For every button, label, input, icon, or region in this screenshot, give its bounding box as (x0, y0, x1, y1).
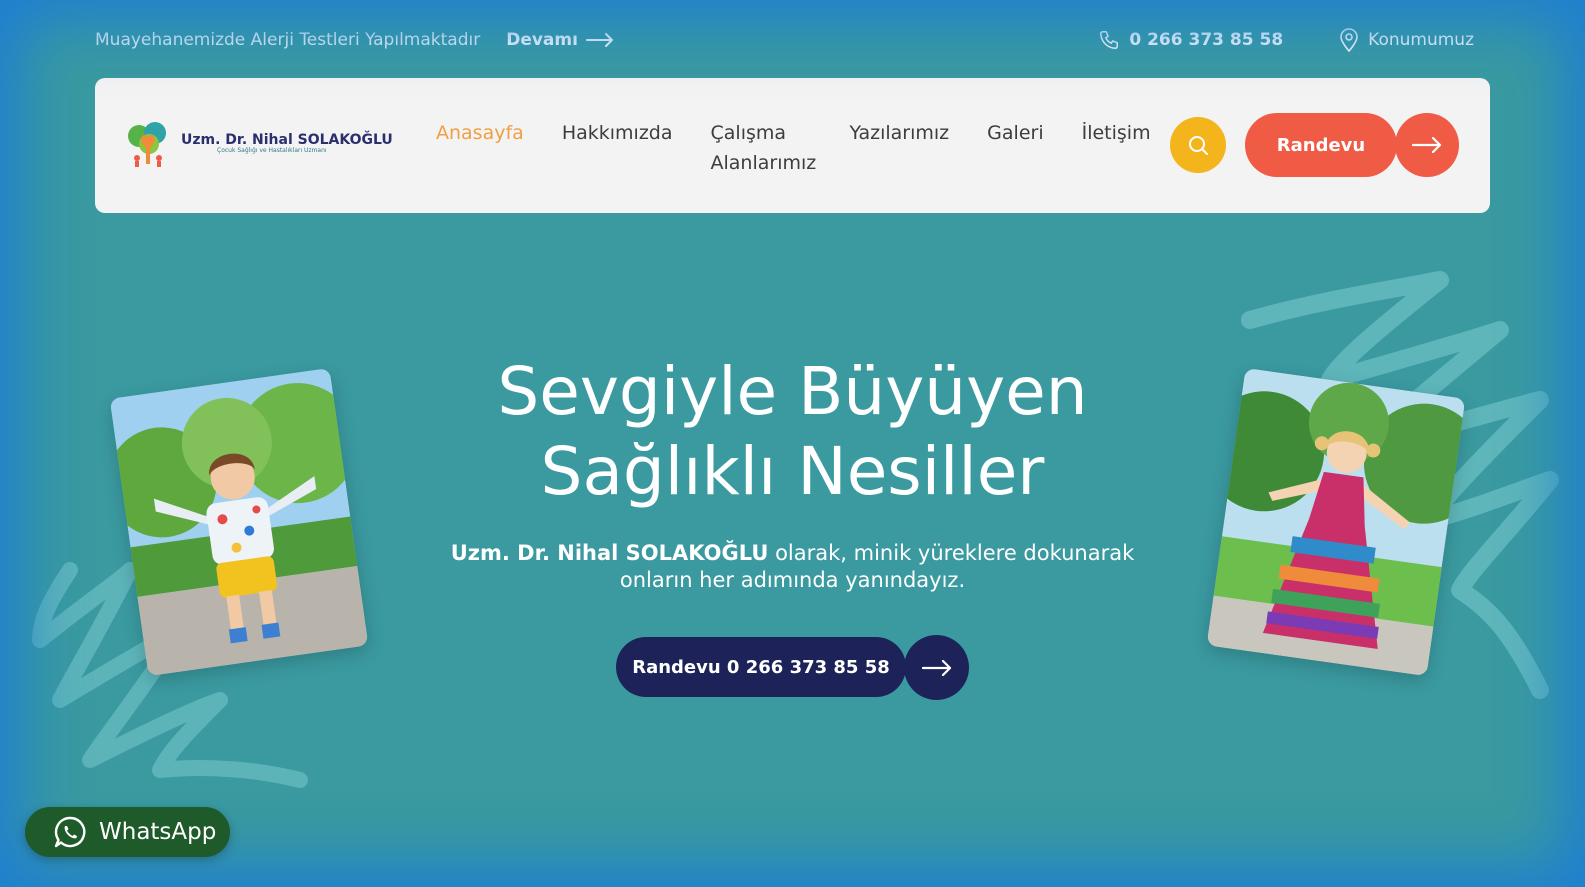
top-bar: Muayehanemizde Alerji Testleri Yapılmakt… (95, 24, 1474, 56)
search-icon (1189, 136, 1208, 155)
map-pin-icon (1340, 28, 1358, 52)
phone-number: 0 266 373 85 58 (1129, 30, 1284, 50)
whatsapp-button[interactable]: WhatsApp (25, 807, 230, 857)
arrow-right-icon (1412, 137, 1442, 153)
appointment-button[interactable]: Randevu (1245, 113, 1397, 177)
nav-item-yazilarimiz[interactable]: Yazılarımız (850, 118, 950, 178)
phone-link[interactable]: 0 266 373 85 58 (1098, 29, 1283, 51)
logo-tagline: Çocuk Sağlığı ve Hastalıkları Uzmanı (217, 147, 327, 155)
cta-appointment-button[interactable]: Randevu 0 266 373 85 58 (616, 637, 906, 697)
more-link[interactable]: Devamı (506, 30, 614, 50)
arrow-right-icon (585, 33, 613, 47)
cta-arrow-button[interactable] (904, 635, 969, 700)
hero-subtitle: Uzm. Dr. Nihal SOLAKOĞLU olarak, minik y… (440, 540, 1145, 594)
main-nav: Anasayfa Hakkımızda Çalışma Alanlarımız … (436, 118, 1189, 178)
more-link-label: Devamı (506, 30, 578, 50)
whatsapp-icon (54, 816, 86, 848)
girl-photo (1206, 367, 1466, 677)
arrow-right-icon (921, 659, 951, 676)
tree-heart-logo-icon (128, 122, 166, 167)
nav-item-galeri[interactable]: Galeri (987, 118, 1043, 178)
logo-name: Uzm. Dr. Nihal SOLAKOĞLU (181, 132, 393, 148)
boy-photo (109, 367, 369, 677)
nav-item-hakkimizda[interactable]: Hakkımızda (562, 118, 673, 178)
hero-title-line1: Sevgiyle Büyüyen (497, 353, 1088, 430)
site-logo[interactable]: Uzm. Dr. Nihal SOLAKOĞLU Çocuk Sağlığı v… (125, 120, 393, 168)
whatsapp-label: WhatsApp (99, 819, 217, 845)
logo-text: Uzm. Dr. Nihal SOLAKOĞLU Çocuk Sağlığı v… (181, 132, 393, 155)
location-label: Konumumuz (1368, 30, 1474, 50)
site-header: Uzm. Dr. Nihal SOLAKOĞLU Çocuk Sağlığı v… (95, 78, 1490, 213)
appointment-arrow-button[interactable] (1395, 113, 1459, 177)
hero-subtitle-name: Uzm. Dr. Nihal SOLAKOĞLU (450, 541, 769, 565)
location-link[interactable]: Konumumuz (1339, 28, 1474, 52)
phone-icon (1100, 31, 1119, 49)
nav-item-iletisim[interactable]: İletişim (1082, 118, 1151, 178)
announcement-text: Muayehanemizde Alerji Testleri Yapılmakt… (95, 30, 481, 50)
nav-item-calisma-alanlarimiz[interactable]: Çalışma Alanlarımız (711, 118, 817, 178)
hero-title: Sevgiyle Büyüyen Sağlıklı Nesiller (400, 352, 1185, 512)
search-button[interactable] (1170, 117, 1226, 173)
hero-title-line2: Sağlıklı Nesiller (540, 433, 1045, 510)
nav-item-anasayfa[interactable]: Anasayfa (436, 118, 524, 178)
